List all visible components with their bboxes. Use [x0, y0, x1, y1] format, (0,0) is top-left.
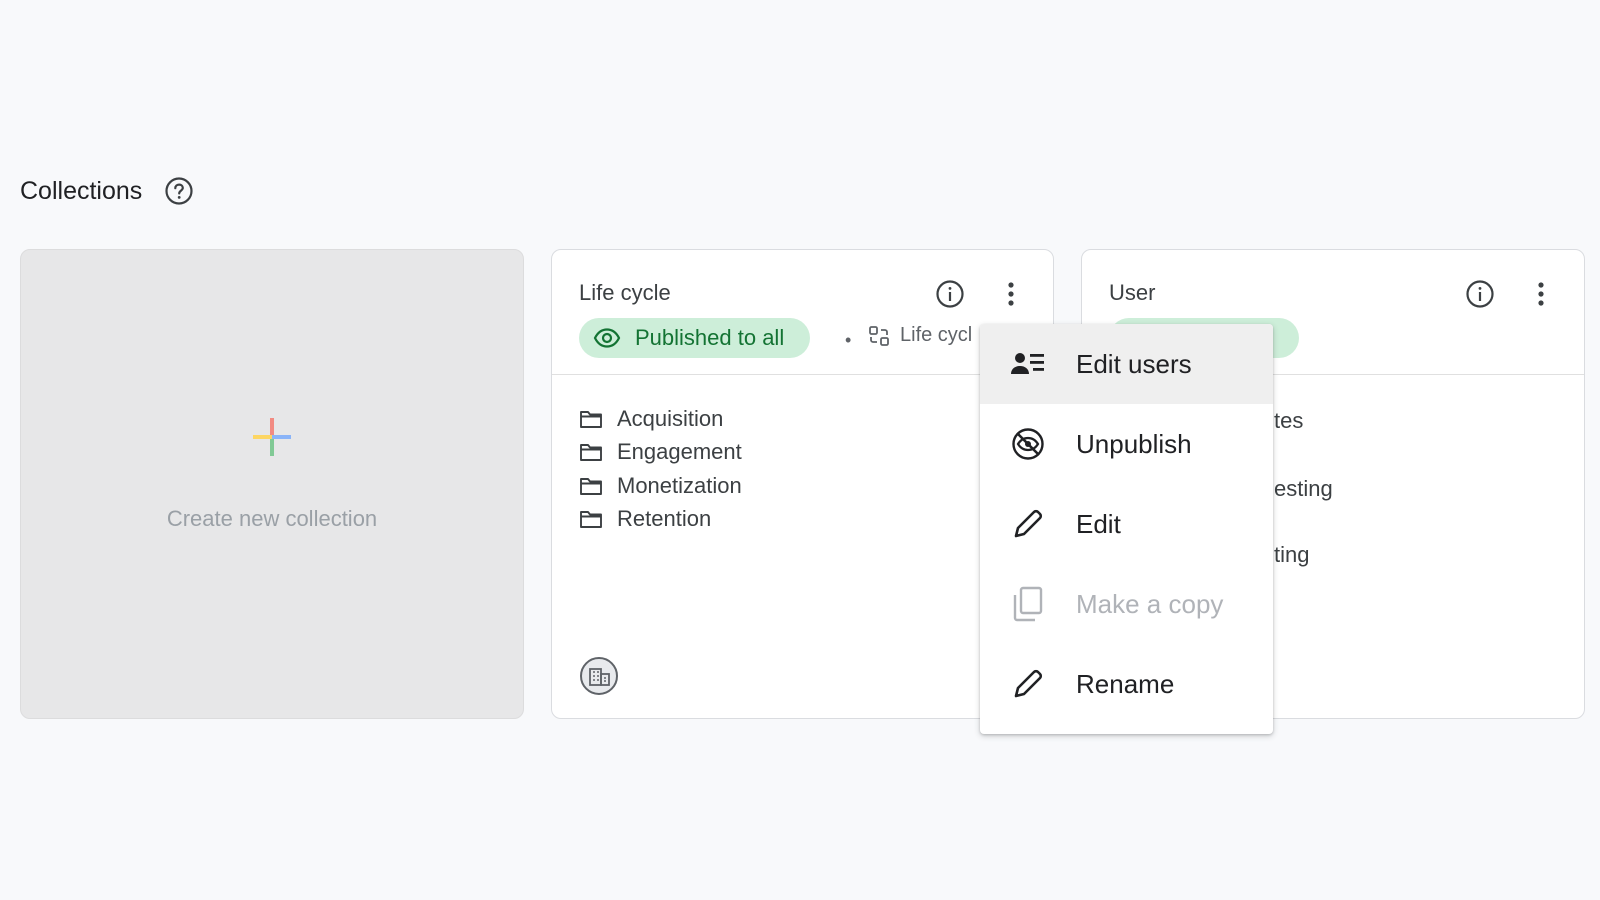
page-title: Collections: [20, 176, 143, 205]
pencil-icon: [1010, 666, 1046, 702]
list-item[interactable]: ting: [1274, 542, 1309, 568]
menu-item-label: Edit users: [1076, 348, 1192, 379]
card-title: User: [1109, 280, 1156, 305]
card-header: Life cycle Published to all • Life cycl: [552, 250, 1053, 375]
topic-label: Acquisition: [617, 405, 724, 431]
template-icon: [869, 325, 889, 346]
topic-list: Acquisition Engagement Monetization Rete…: [579, 402, 742, 536]
more-vert-icon[interactable]: [995, 278, 1027, 310]
info-icon[interactable]: [1464, 278, 1496, 310]
list-item[interactable]: tes: [1274, 408, 1303, 434]
meta-separator: •: [845, 330, 852, 350]
more-vert-icon[interactable]: [1525, 278, 1557, 310]
menu-item-unpublish[interactable]: Unpublish: [980, 404, 1273, 484]
collection-meta: Life cycl: [868, 324, 972, 347]
card-title: Life cycle: [579, 280, 671, 305]
collections-header: Collections: [20, 176, 194, 206]
list-item[interactable]: Engagement: [579, 436, 742, 470]
meta-label: Life cycl: [900, 324, 973, 346]
menu-item-edit[interactable]: Edit: [980, 484, 1273, 564]
create-collection-label: Create new collection: [166, 506, 378, 531]
organization-icon: [580, 657, 618, 695]
menu-item-make-copy[interactable]: Make a copy: [980, 564, 1273, 644]
menu-item-label: Rename: [1076, 668, 1175, 699]
list-item[interactable]: esting: [1274, 476, 1333, 502]
list-item[interactable]: Retention: [579, 503, 742, 537]
info-icon[interactable]: [934, 278, 966, 310]
plus-icon: [253, 418, 291, 456]
help-circle-icon[interactable]: [164, 176, 194, 206]
topic-label: Retention: [617, 506, 712, 532]
menu-item-label: Make a copy: [1076, 588, 1224, 619]
card-context-menu: Edit users Unpublish Edit Make a copy Re…: [980, 324, 1273, 734]
menu-item-label: Edit: [1076, 508, 1121, 539]
create-collection-card[interactable]: Create new collection: [20, 249, 524, 719]
folder-icon: [580, 477, 602, 495]
status-label: Published to all: [635, 325, 785, 350]
manage-accounts-icon: [1010, 346, 1046, 382]
copy-icon: [1010, 586, 1046, 622]
topic-label: Engagement: [617, 439, 742, 465]
menu-item-rename[interactable]: Rename: [980, 644, 1273, 724]
menu-item-edit-users[interactable]: Edit users: [980, 324, 1273, 404]
topic-label: Monetization: [617, 472, 742, 498]
status-badge: Published to all: [579, 318, 811, 358]
collection-card-lifecycle[interactable]: Life cycle Published to all • Life cycl …: [551, 249, 1054, 719]
menu-item-label: Unpublish: [1076, 428, 1192, 459]
folder-icon: [580, 410, 602, 428]
list-item[interactable]: Acquisition: [579, 402, 742, 436]
eye-icon: [593, 328, 621, 348]
list-item[interactable]: Monetization: [579, 469, 742, 503]
folder-icon: [580, 444, 602, 462]
visibility-off-icon: [1010, 426, 1046, 462]
folder-icon: [580, 511, 602, 529]
pencil-icon: [1010, 506, 1046, 542]
